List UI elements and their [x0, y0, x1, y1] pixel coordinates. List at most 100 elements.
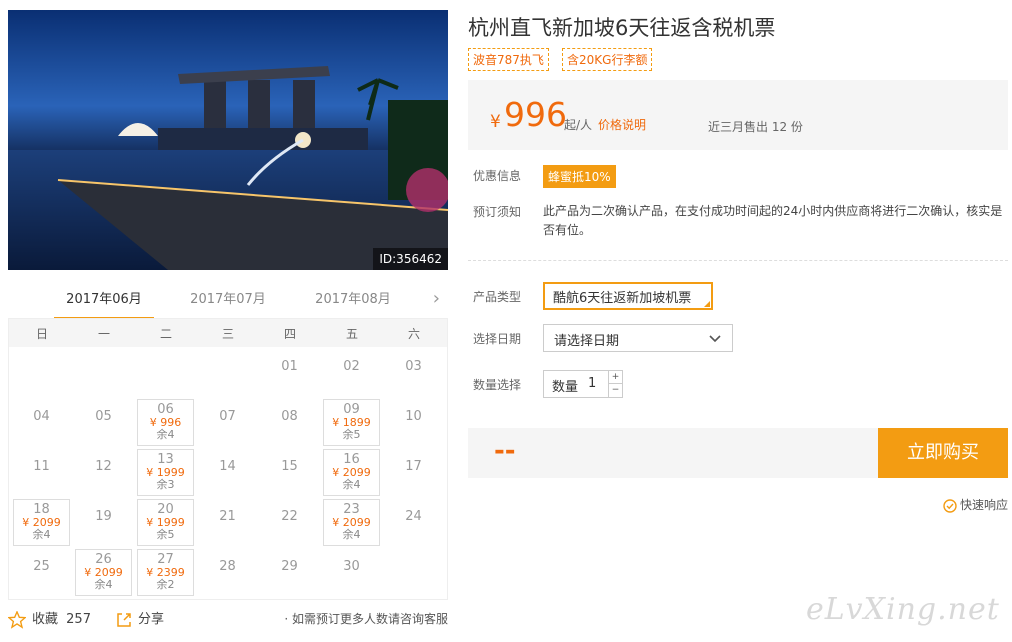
currency-symbol: ¥: [490, 112, 501, 132]
calendar-day-available[interactable]: 18 ¥ 2099 余4: [13, 499, 70, 546]
date-select[interactable]: 请选择日期: [543, 324, 733, 352]
divider: [468, 260, 1008, 261]
product-tags: 波音787执飞 含20KG行李额: [468, 48, 660, 71]
tab-month-label: 2017年08月: [315, 292, 391, 307]
favorite-label: 收藏: [32, 612, 59, 627]
calendar-day-number: 29: [281, 559, 298, 574]
share-icon: [117, 612, 131, 627]
calendar-day-stock: 余4: [32, 528, 51, 541]
favorite-button[interactable]: 收藏 257: [8, 608, 91, 629]
calendar-day-stock: 余4: [342, 528, 361, 541]
calendar-day-number: 25: [33, 559, 50, 574]
weekday-label: 一: [97, 327, 110, 341]
date-label: 选择日期: [473, 332, 522, 346]
calendar-day: 14: [199, 449, 256, 496]
calendar-day-available[interactable]: 06 ¥ 996 余4: [137, 399, 194, 446]
calendar: 日 一 二 三 四 五 六 01 02 03 04 05 06 ¥ 996 余4 07 08 09 ¥…: [8, 318, 448, 600]
calendar-day-available[interactable]: 20 ¥ 1999 余5: [137, 499, 194, 546]
calendar-day-available[interactable]: 23 ¥ 2099 余4: [323, 499, 380, 546]
quantity-inner-label: 数量: [552, 380, 579, 395]
calendar-day-number: 30: [343, 559, 360, 574]
calendar-day-number: 19: [95, 509, 112, 524]
share-button[interactable]: 分享: [116, 608, 164, 628]
calendar-day-number: 01: [281, 359, 298, 374]
price-box: ¥ 996 起/人 价格说明 近三月售出 12 份: [468, 80, 1008, 150]
product-type-option[interactable]: 酷航6天往返新加坡机票: [543, 282, 713, 310]
calendar-day-number: 22: [281, 509, 298, 524]
price-explain-link[interactable]: 价格说明: [598, 116, 646, 133]
calendar-day-available[interactable]: 26 ¥ 2099 余4: [75, 549, 132, 596]
calendar-day: 10: [385, 399, 442, 446]
calendar-day: 29: [261, 549, 318, 596]
weekday-label: 二: [159, 327, 172, 341]
calendar-day-stock: 余4: [156, 428, 175, 441]
calendar-day-number: 03: [405, 359, 422, 374]
calendar-day: 15: [261, 449, 318, 496]
weekday-label: 四: [283, 327, 296, 341]
promo-label: 优惠信息: [473, 169, 522, 183]
calendar-day-stock: 余4: [342, 478, 361, 491]
quantity-label: 数量选择: [473, 378, 522, 392]
consult-link[interactable]: · 如需预订更多人数请咨询客服: [284, 610, 448, 627]
calendar-day-stock: 余4: [94, 578, 113, 591]
calendar-day-number: 16: [343, 452, 360, 467]
calendar-day-number: 28: [219, 559, 236, 574]
hero-image: ID:356462: [8, 10, 448, 270]
quantity-stepper: 数量 1 + −: [543, 370, 623, 398]
chevron-down-icon: [709, 335, 721, 343]
date-select-value: 请选择日期: [554, 334, 620, 349]
notice-text: 此产品为二次确认产品，在支付成功时间起的24小时内供应商将进行二次确认，核实是否…: [543, 204, 1003, 237]
calendar-day-available[interactable]: 09 ¥ 1899 余5: [323, 399, 380, 446]
calendar-day-number: 27: [157, 552, 174, 567]
total-bar: --: [468, 428, 878, 478]
product-title: 杭州直飞新加坡6天往返含税机票: [468, 16, 776, 40]
calendar-day-number: 02: [343, 359, 360, 374]
calendar-day: 08: [261, 399, 318, 446]
calendar-day-number: 24: [405, 509, 422, 524]
calendar-day-number: 10: [405, 409, 422, 424]
check-circle-icon: [943, 498, 957, 513]
weekday-label: 日: [35, 327, 48, 341]
quantity-value[interactable]: 1: [588, 376, 596, 391]
tab-month-label: 2017年07月: [190, 292, 266, 307]
price-unit: 起/人: [564, 118, 593, 132]
calendar-day-stock: 余5: [156, 528, 175, 541]
watermark: eLvXing.net: [806, 592, 1000, 627]
sold-count: 近三月售出 12 份: [708, 120, 803, 134]
tag-aircraft: 波音787执飞: [468, 48, 549, 71]
buy-now-button[interactable]: 立即购买: [878, 428, 1008, 478]
share-label: 分享: [138, 612, 165, 627]
calendar-day-available[interactable]: 27 ¥ 2399 余2: [137, 549, 194, 596]
calendar-day: 07: [199, 399, 256, 446]
calendar-day-number: 20: [157, 502, 174, 517]
calendar-day: 03: [385, 349, 442, 396]
calendar-day-number: 04: [33, 409, 50, 424]
calendar-day: 02: [323, 349, 380, 396]
calendar-day-available[interactable]: 13 ¥ 1999 余3: [137, 449, 194, 496]
calendar-day-number: 23: [343, 502, 360, 517]
weekday-label: 三: [221, 327, 234, 341]
calendar-day: 17: [385, 449, 442, 496]
calendar-day-stock: 余5: [342, 428, 361, 441]
promo-badge: 蜂蜜抵10%: [543, 165, 616, 188]
calendar-day: 21: [199, 499, 256, 546]
calendar-day: 05: [75, 399, 132, 446]
quick-response: 快速响应: [943, 496, 1008, 513]
tab-month-3[interactable]: 2017年08月: [303, 288, 403, 307]
calendar-day: 11: [13, 449, 70, 496]
tab-month-1[interactable]: 2017年06月: [54, 288, 154, 320]
calendar-day-number: 08: [281, 409, 298, 424]
quantity-decrease-button[interactable]: −: [608, 384, 622, 397]
calendar-day-number: 18: [33, 502, 50, 517]
calendar-day-stock: 余2: [156, 578, 175, 591]
weekday-label: 五: [345, 327, 358, 341]
image-id-label: ID:356462: [373, 248, 448, 270]
calendar-day-available[interactable]: 16 ¥ 2099 余4: [323, 449, 380, 496]
chevron-right-icon[interactable]: ›: [433, 288, 440, 309]
calendar-day: 25: [13, 549, 70, 596]
quick-response-label: 快速响应: [959, 498, 1008, 512]
quantity-increase-button[interactable]: +: [608, 371, 622, 384]
calendar-day: 01: [261, 349, 318, 396]
calendar-day-number: 07: [219, 409, 236, 424]
tab-month-2[interactable]: 2017年07月: [178, 288, 278, 307]
